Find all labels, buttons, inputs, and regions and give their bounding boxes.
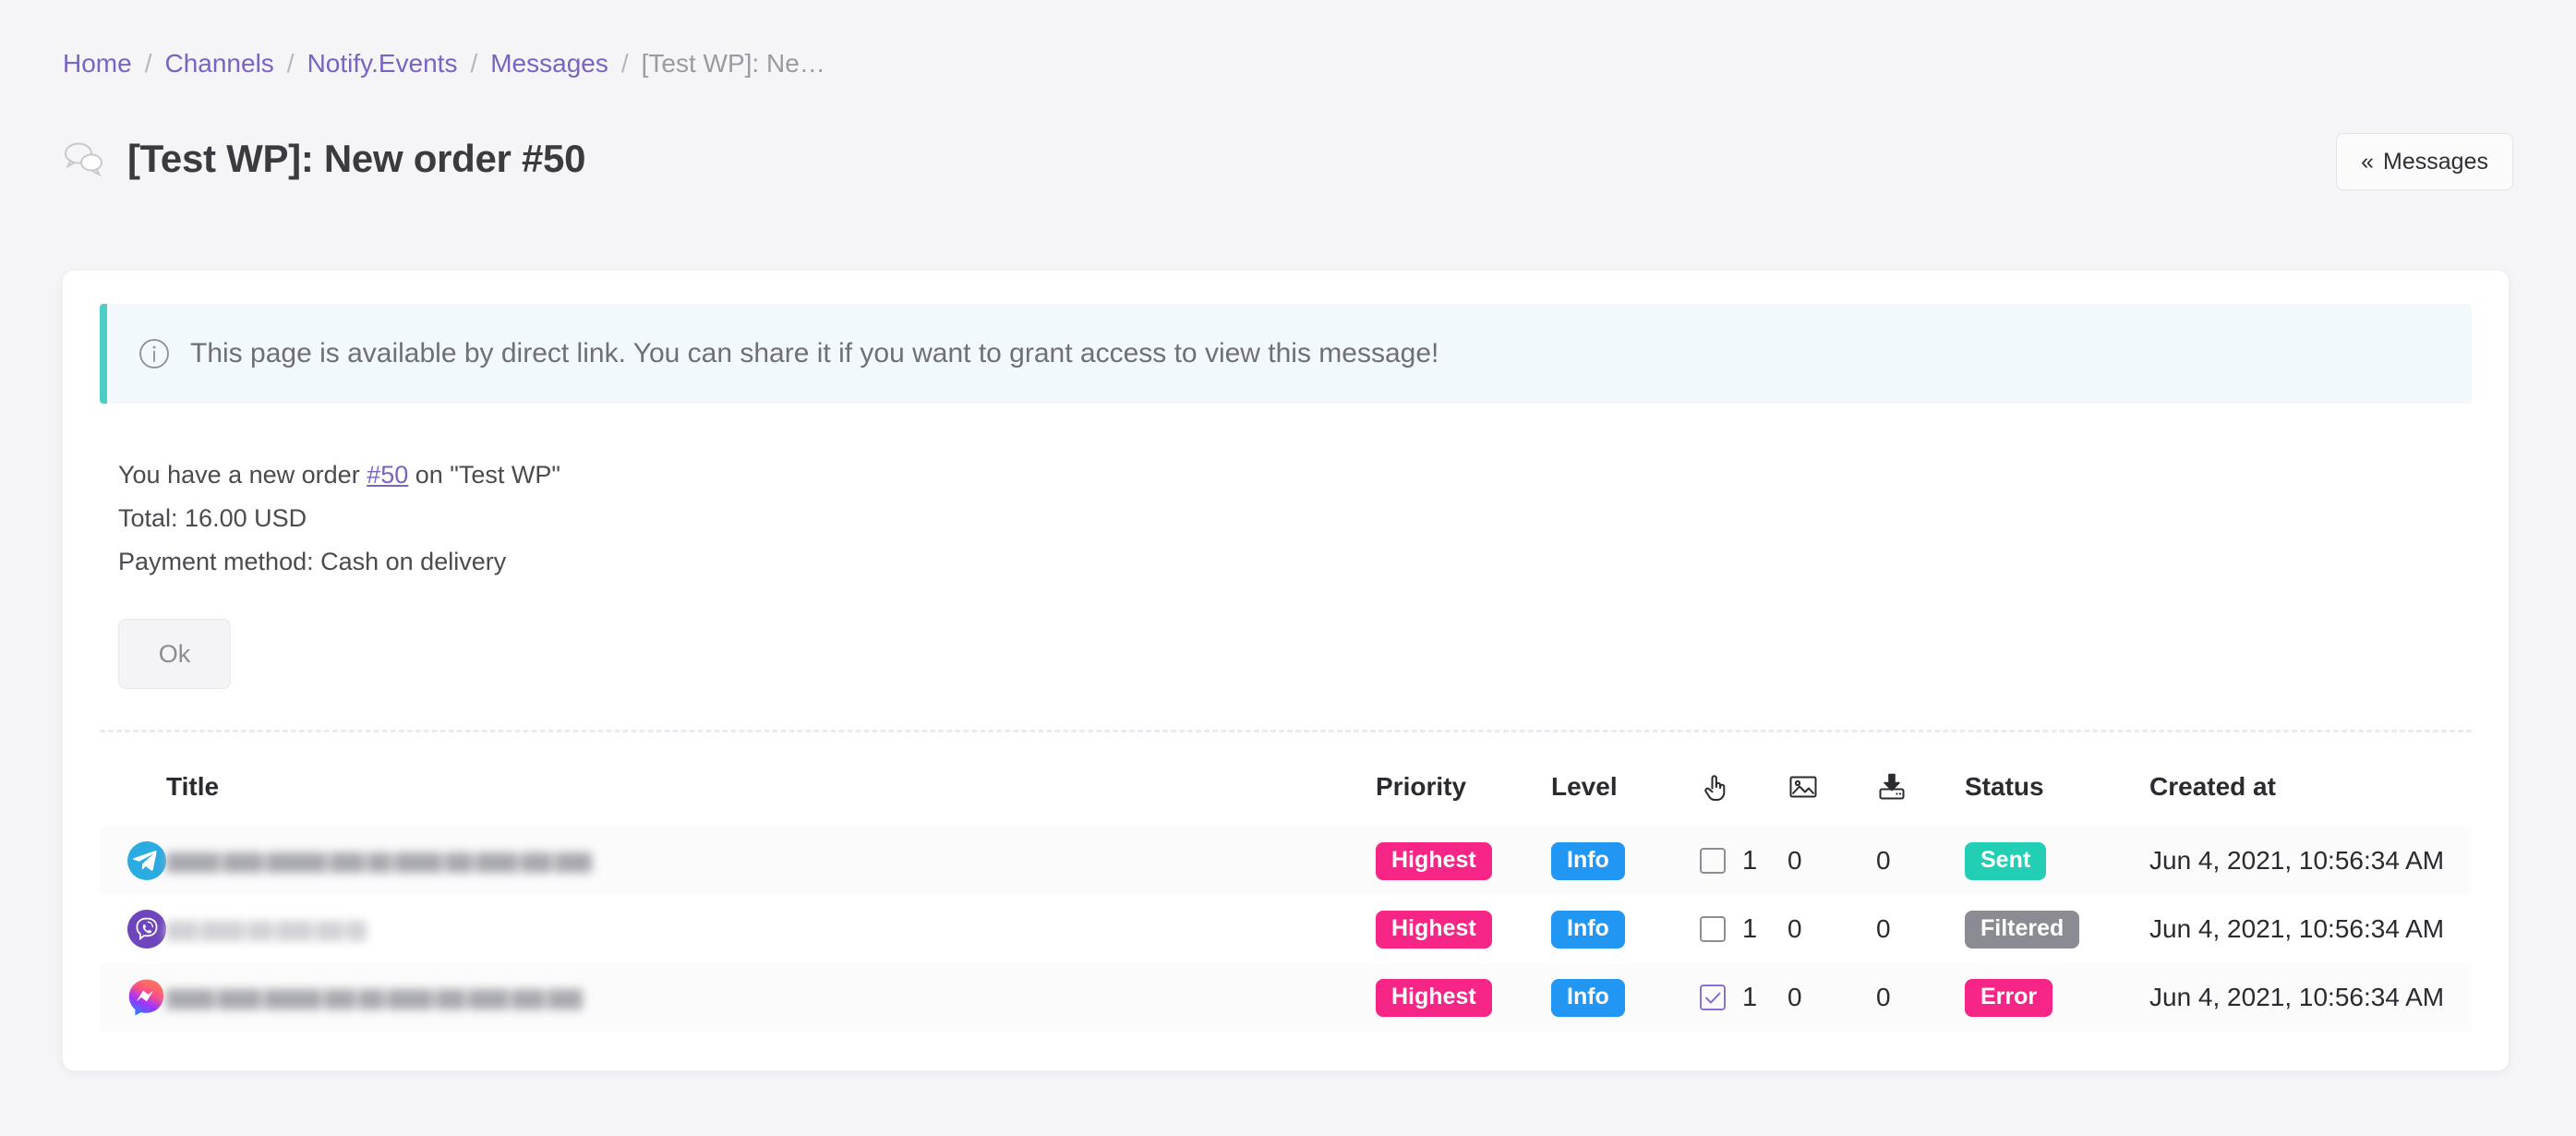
column-header-status: Status bbox=[1965, 772, 2044, 801]
page-header: [Test WP]: New order #50 « Messages bbox=[63, 126, 2513, 192]
breadcrumb-separator: / bbox=[620, 49, 629, 78]
breadcrumb-item-notify-events[interactable]: Notify.Events bbox=[307, 48, 458, 79]
telegram-icon bbox=[127, 841, 166, 880]
chat-bubbles-icon bbox=[63, 140, 105, 177]
level-badge: Info bbox=[1551, 978, 1625, 1017]
column-header-channel bbox=[100, 742, 166, 827]
order-link[interactable]: #50 bbox=[367, 461, 408, 489]
downloads-count: 0 bbox=[1876, 983, 1891, 1011]
row-title-cell bbox=[166, 963, 1376, 1032]
table-row[interactable]: Highest Info 1 bbox=[100, 963, 2472, 1032]
images-count: 0 bbox=[1788, 846, 1802, 875]
image-icon bbox=[1788, 771, 1819, 803]
row-level-cell: Info bbox=[1551, 963, 1699, 1032]
breadcrumb-item-messages[interactable]: Messages bbox=[490, 48, 608, 79]
breadcrumb-item-home[interactable]: Home bbox=[63, 48, 132, 79]
checkbox-checked-icon[interactable] bbox=[1699, 984, 1727, 1011]
breadcrumb-item-current: [Test WP]: Ne… bbox=[641, 49, 825, 78]
redacted-title bbox=[166, 914, 1376, 944]
breadcrumb-separator: / bbox=[470, 49, 478, 78]
downloads-count: 0 bbox=[1876, 914, 1891, 943]
double-chevron-left-icon: « bbox=[2361, 148, 2375, 175]
status-badge: Filtered bbox=[1965, 910, 2080, 949]
messenger-icon bbox=[127, 978, 166, 1017]
table-row[interactable]: Highest Info 1 bbox=[100, 895, 2472, 963]
row-level-cell: Info bbox=[1551, 827, 1699, 895]
priority-badge: Highest bbox=[1376, 910, 1492, 949]
checkbox-unchecked-icon[interactable] bbox=[1699, 915, 1727, 943]
images-count: 0 bbox=[1788, 914, 1802, 943]
status-badge: Sent bbox=[1965, 841, 2047, 880]
row-status-cell: Sent bbox=[1965, 827, 2149, 895]
row-level-cell: Info bbox=[1551, 895, 1699, 963]
level-badge: Info bbox=[1551, 841, 1625, 880]
row-title-cell bbox=[166, 895, 1376, 963]
section-divider bbox=[100, 730, 2472, 732]
row-status-cell: Error bbox=[1965, 963, 2149, 1032]
row-created-at: Jun 4, 2021, 10:56:34 AM bbox=[2149, 983, 2445, 1011]
alert-text: This page is available by direct link. Y… bbox=[190, 338, 1439, 369]
row-priority-cell: Highest bbox=[1376, 895, 1551, 963]
column-header-images bbox=[1788, 742, 1876, 827]
row-channel-cell bbox=[100, 827, 166, 895]
message-deliveries-table: Title Priority Level Status Created at H… bbox=[100, 742, 2472, 1032]
info-circle-icon bbox=[138, 338, 170, 369]
column-header-title: Title bbox=[166, 772, 220, 801]
message-body: You have a new order #50 on "Test WP" To… bbox=[100, 453, 2472, 584]
row-priority-cell: Highest bbox=[1376, 963, 1551, 1032]
priority-badge: Highest bbox=[1376, 978, 1492, 1017]
ok-button[interactable]: Ok bbox=[118, 619, 231, 689]
row-status-cell: Filtered bbox=[1965, 895, 2149, 963]
message-card: This page is available by direct link. Y… bbox=[63, 271, 2509, 1070]
breadcrumb-separator: / bbox=[144, 49, 152, 78]
message-line-1-before: You have a new order bbox=[118, 461, 367, 489]
row-clicks-cell: 1 bbox=[1699, 895, 1788, 963]
clicks-count: 1 bbox=[1742, 982, 1758, 1012]
downloads-count: 0 bbox=[1876, 846, 1891, 875]
checkbox-unchecked-icon[interactable] bbox=[1699, 847, 1727, 875]
message-line-1-after: on "Test WP" bbox=[408, 461, 560, 489]
breadcrumb: Home / Channels / Notify.Events / Messag… bbox=[63, 48, 825, 79]
message-line-3: Payment method: Cash on delivery bbox=[118, 548, 507, 575]
column-header-level: Level bbox=[1551, 772, 1618, 801]
row-channel-cell bbox=[100, 963, 166, 1032]
row-priority-cell: Highest bbox=[1376, 827, 1551, 895]
table-header: Title Priority Level Status Created at bbox=[100, 742, 2472, 827]
page-title-group: [Test WP]: New order #50 bbox=[63, 137, 585, 181]
breadcrumb-separator: / bbox=[286, 49, 295, 78]
row-created-at: Jun 4, 2021, 10:56:34 AM bbox=[2149, 846, 2445, 875]
page-root: Home / Channels / Notify.Events / Messag… bbox=[0, 0, 2576, 1136]
column-header-downloads bbox=[1876, 742, 1965, 827]
level-badge: Info bbox=[1551, 910, 1625, 949]
redacted-title bbox=[166, 846, 1376, 876]
clicks-count: 1 bbox=[1742, 913, 1758, 944]
column-header-created-at: Created at bbox=[2149, 772, 2276, 801]
download-tray-icon bbox=[1876, 771, 1908, 803]
back-to-messages-label: Messages bbox=[2383, 148, 2488, 175]
row-created-at: Jun 4, 2021, 10:56:34 AM bbox=[2149, 914, 2445, 943]
table-row[interactable]: Highest Info 1 bbox=[100, 827, 2472, 895]
message-line-2: Total: 16.00 USD bbox=[118, 504, 307, 532]
viber-icon bbox=[127, 910, 166, 949]
direct-link-alert: This page is available by direct link. Y… bbox=[100, 304, 2472, 404]
row-channel-cell bbox=[100, 895, 166, 963]
pointing-hand-icon bbox=[1699, 771, 1730, 803]
column-header-clicks bbox=[1699, 742, 1788, 827]
row-clicks-cell: 1 bbox=[1699, 963, 1788, 1032]
redacted-title bbox=[166, 983, 1376, 1012]
row-clicks-cell: 1 bbox=[1699, 827, 1788, 895]
priority-badge: Highest bbox=[1376, 841, 1492, 880]
column-header-priority: Priority bbox=[1376, 772, 1467, 801]
clicks-count: 1 bbox=[1742, 845, 1758, 876]
breadcrumb-item-channels[interactable]: Channels bbox=[164, 48, 273, 79]
images-count: 0 bbox=[1788, 983, 1802, 1011]
table-body: Highest Info 1 0 0 Sent Jun 4, 2021, 10:… bbox=[100, 827, 2472, 1032]
table-header-row: Title Priority Level Status Created at bbox=[100, 742, 2472, 827]
row-title-cell bbox=[166, 827, 1376, 895]
message-line-1: You have a new order #50 on "Test WP" bbox=[118, 453, 2472, 497]
status-badge: Error bbox=[1965, 978, 2053, 1017]
back-to-messages-button[interactable]: « Messages bbox=[2336, 133, 2513, 190]
page-title: [Test WP]: New order #50 bbox=[127, 137, 586, 180]
